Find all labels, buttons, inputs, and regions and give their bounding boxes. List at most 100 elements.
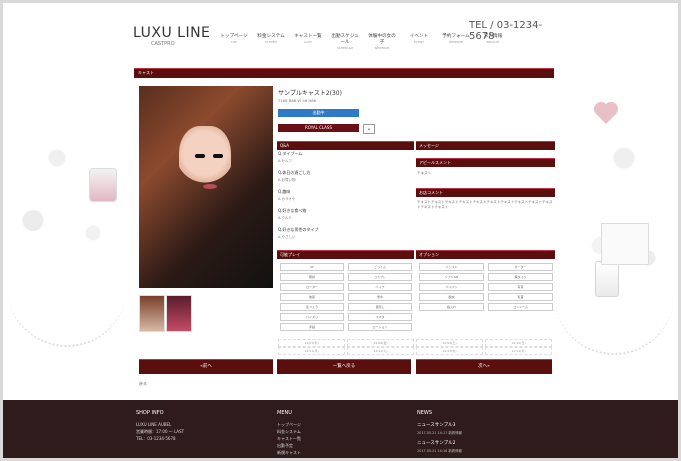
- qa-answer: A.セルフ: [278, 159, 292, 163]
- nav-sub: CAST: [304, 40, 312, 44]
- play-option: バイブ: [348, 283, 412, 291]
- option-item: 脱衣: [419, 293, 484, 301]
- pearl-necklace-left: [7, 285, 127, 347]
- news-title[interactable]: ニュースサンプル2: [417, 440, 456, 446]
- footer-shop-name: LUXU LINE AUBEL: [136, 422, 172, 427]
- nav-item-newface[interactable]: 体験中の女の子 NEWFACE: [367, 33, 397, 50]
- nav-item-system[interactable]: 料金システム SYSTEM: [256, 33, 286, 50]
- nav-sub: TOP: [230, 40, 237, 44]
- appeal-header: アピールスメント: [416, 158, 555, 167]
- schedule-day: 12/11(月): [278, 347, 345, 355]
- play-option: ごっくん: [348, 263, 412, 271]
- schedule-strip: 12/07(木) 12/08(金) 12/09(土) 12/10(日) 12/1…: [278, 339, 552, 355]
- option-item: 指入れ: [419, 303, 484, 311]
- class-badge: ROYAL CLASS: [278, 124, 359, 132]
- play-option: ローション: [348, 323, 412, 331]
- schedule-day: 12/13(水): [416, 347, 483, 355]
- qa-answer: A.お買い物: [278, 178, 296, 182]
- nav-label: 求人情報: [483, 34, 503, 39]
- cast-main-photo[interactable]: [139, 86, 273, 288]
- play-header: 可能プレイ: [277, 250, 414, 259]
- eye-left: [195, 154, 205, 158]
- footer-menu-item[interactable]: 料金システム: [277, 429, 301, 435]
- footer-shop-hours: 営業時間：17:00 ～ LAST: [136, 429, 185, 434]
- footer-news-title: NEWS: [417, 410, 433, 416]
- nav-label: キャスト一覧: [294, 34, 322, 39]
- qa-answer: A.クルミ: [278, 216, 292, 220]
- footer-shop-tel: TEL：03-1234-5678: [136, 436, 176, 441]
- global-nav: トップページ TOP 料金システム SYSTEM キャスト一覧 CAST 出勤ス…: [219, 33, 508, 50]
- option-header: オプション: [416, 250, 555, 259]
- logo[interactable]: LUXU LINE: [133, 25, 210, 41]
- cast-thumbnail-2[interactable]: [166, 295, 192, 332]
- cast-thumbnail-1[interactable]: [139, 295, 165, 332]
- nav-sub: NEWFACE: [374, 46, 390, 50]
- option-item: 写真: [488, 283, 553, 291]
- nav-label: 体験中の女の子: [368, 34, 396, 45]
- nav-item-reserve[interactable]: 予約フォーム RESERVE: [441, 33, 471, 50]
- schedule-day: 12/09(土): [416, 339, 483, 347]
- nav-label: トップページ: [220, 34, 248, 39]
- play-option: 聖水: [348, 293, 412, 301]
- nav-label: 出勤スケジュール: [331, 34, 359, 45]
- nav-label: 料金システム: [257, 34, 285, 39]
- vanity-table-icon: [601, 223, 649, 265]
- prev-button[interactable]: «前へ: [139, 359, 273, 374]
- news-title[interactable]: ニュースサンプル3: [417, 422, 456, 428]
- site-footer: SHOP INFO LUXU LINE AUBEL 営業時間：17:00 ～ L…: [3, 400, 678, 458]
- play-option: 生フェラ: [280, 303, 344, 311]
- nav-item-cast[interactable]: キャスト一覧 CAST: [293, 33, 323, 50]
- menu-icon[interactable]: ≡: [363, 124, 375, 134]
- play-option: パイズリ: [280, 313, 344, 321]
- page-title: キャスト: [138, 70, 154, 75]
- footer-menu-item[interactable]: キャスト一覧: [277, 436, 301, 442]
- nav-item-top[interactable]: トップページ TOP: [219, 33, 249, 50]
- appeal-text: テキスト: [417, 171, 432, 175]
- qa-question: Q.好きな食べ物: [278, 208, 307, 213]
- next-button[interactable]: 次へ»: [416, 359, 552, 374]
- option-item: ガーター: [488, 263, 553, 271]
- nav-sub: EVENT: [414, 40, 424, 44]
- lips: [203, 184, 217, 189]
- footer-menu-title: MENU: [277, 410, 292, 416]
- footer-menu-item[interactable]: トップページ: [277, 422, 301, 428]
- qa-question: Q.好きな男性のタイプ: [278, 227, 319, 232]
- perfume-bottle-icon-right: [595, 261, 619, 297]
- schedule-day: 12/12(火): [347, 347, 414, 355]
- schedule-day: 12/14(木): [485, 347, 552, 355]
- qa-header: Q&A: [277, 141, 414, 150]
- nav-item-recruit[interactable]: 求人情報 RECRUIT: [478, 33, 508, 50]
- option-item: ソフトSM: [419, 273, 484, 281]
- option-item: パイパン: [419, 283, 484, 291]
- qa-question: Q.タイプーム: [278, 151, 303, 156]
- qa-answer: A.カラオケ: [278, 197, 296, 201]
- option-grid: パンスト ガーター ソフトSM 網タイツ パイパン 写真 脱衣 乳首 指入れ コ…: [419, 263, 553, 311]
- comment-header: お店コメント: [416, 188, 555, 197]
- option-item: 乳首: [488, 293, 553, 301]
- option-item: コンドーム: [488, 303, 553, 311]
- play-option: スマタ: [348, 313, 412, 321]
- footer-menu-item[interactable]: 新規キャスト: [277, 450, 301, 456]
- news-meta: 2017.05.21 14:16 新着情報: [417, 449, 462, 453]
- footer-shop-title: SHOP INFO: [136, 410, 164, 416]
- play-option: 顔射: [280, 273, 344, 281]
- play-option: 放尿: [280, 293, 344, 301]
- schedule-day: 12/10(日): [485, 339, 552, 347]
- news-meta: 2017.05.21 14:17 新着情報: [417, 431, 462, 435]
- nav-item-event[interactable]: イベント EVENT: [404, 33, 434, 50]
- nav-item-schedule[interactable]: 出勤スケジュール SCHEDULE: [330, 33, 360, 50]
- play-option: コスプレ: [348, 273, 412, 281]
- play-option: ローター: [280, 283, 344, 291]
- nav-sub: RESERVE: [449, 40, 463, 44]
- back-to-list-button[interactable]: 一覧へ戻る: [277, 359, 411, 374]
- page-title-bar: キャスト: [134, 68, 554, 78]
- site-header: LUXU LINE CASTPRO TEL / 03-1234-5678 トップ…: [129, 15, 559, 55]
- logo-subtitle: CASTPRO: [151, 41, 175, 47]
- back-link[interactable]: 戻る: [139, 381, 147, 387]
- schedule-day: 12/07(木): [278, 339, 345, 347]
- qa-question: Q.休日の過ごし方: [278, 170, 311, 175]
- qa-question: Q.趣味: [278, 189, 291, 194]
- footer-menu-item[interactable]: 出勤予定: [277, 443, 293, 449]
- option-item: 網タイツ: [488, 273, 553, 281]
- eye-right: [213, 154, 223, 158]
